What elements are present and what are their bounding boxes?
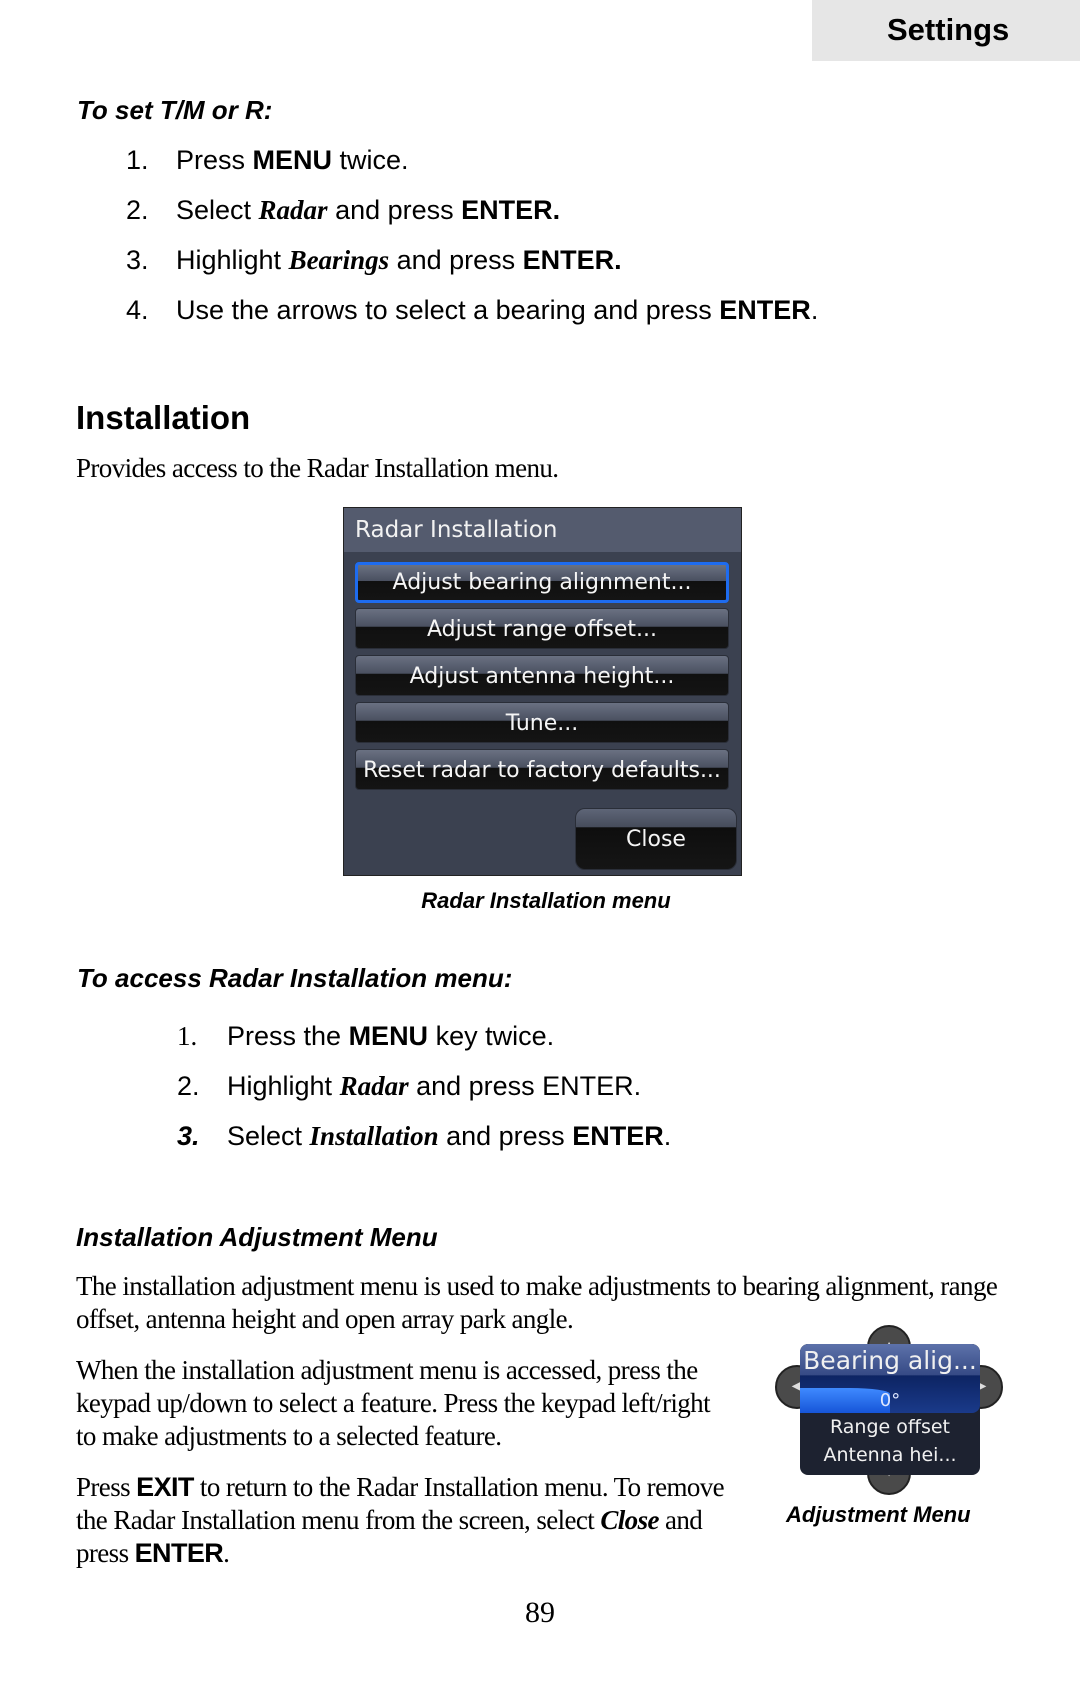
menu-item-adjust-antenna[interactable]: Adjust antenna height... [355, 655, 729, 696]
selected-feature[interactable]: Bearing alig... 0° [800, 1344, 980, 1413]
key-enter: ENTER [134, 1538, 224, 1568]
section-tab: Settings [812, 0, 1080, 61]
tm-step: 2. Select Radar and press ENTER. [126, 195, 560, 226]
step-text: Highlight [176, 245, 289, 275]
step-text: Press [176, 145, 253, 175]
step-number: 4. [126, 295, 149, 325]
para-line: press ENTER. [76, 1537, 724, 1570]
para-line: to make adjustments to a selected featur… [76, 1421, 502, 1451]
step-text: and press ENTER. [408, 1071, 642, 1101]
step-text: key twice. [428, 1021, 555, 1051]
installation-description: Provides access to the Radar Installatio… [76, 453, 559, 483]
tm-step: 4. Use the arrows to select a bearing and… [126, 295, 818, 326]
step-text: and press [327, 195, 462, 225]
step-key: ENTER. [522, 245, 622, 275]
step-key: ENTER [719, 295, 811, 325]
adjustment-heading: Installation Adjustment Menu [76, 1222, 438, 1252]
para-text: to return to the Radar Installation menu… [193, 1472, 725, 1502]
section-tab-label: Settings [887, 12, 1010, 47]
access-step: 3. Select Installation and press ENTER. [177, 1121, 671, 1152]
access-step: 2. Highlight Radar and press ENTER. [177, 1071, 641, 1102]
step-text: . [810, 295, 819, 325]
step-menu-name: Installation [309, 1121, 439, 1151]
para-text: press [76, 1538, 135, 1568]
para-text: the Radar Installation menu from the scr… [76, 1505, 601, 1535]
step-text: and press [438, 1121, 573, 1151]
step-text: . [663, 1121, 672, 1151]
para-line: Press EXIT to return to the Radar Instal… [76, 1471, 725, 1504]
step-key: MENU [252, 145, 333, 175]
para-text: Press [76, 1472, 137, 1502]
para-text: and [658, 1505, 703, 1535]
step-text: Select [176, 195, 259, 225]
menu-item-reset-defaults[interactable]: Reset radar to factory defaults... [355, 749, 729, 790]
step-key: MENU [348, 1021, 429, 1051]
adjustment-para-3: Press EXIT to return to the Radar Instal… [76, 1471, 725, 1570]
para-text: . [223, 1538, 230, 1568]
step-text: Use the arrows to select a bearing and p… [176, 295, 720, 325]
para-line: When the installation adjustment menu is… [76, 1355, 698, 1385]
step-menu-name: Bearings [288, 245, 390, 275]
step-number: 3. [177, 1121, 200, 1151]
installation-title: Installation [76, 399, 251, 436]
step-number: 2. [177, 1071, 200, 1101]
menu-item-adjust-bearing[interactable]: Adjust bearing alignment... [355, 562, 729, 603]
key-exit: EXIT [136, 1472, 194, 1502]
selected-feature-label: Bearing alig... [803, 1346, 977, 1375]
step-number: 2. [126, 195, 149, 225]
page-number: 89 [525, 1596, 555, 1629]
step-text: Press the [227, 1021, 349, 1051]
adjustment-para-2: When the installation adjustment menu is… [76, 1354, 711, 1453]
adjustment-card: Bearing alig... 0° Range offset Antenna … [800, 1344, 980, 1475]
tm-heading: To set T/M or R: [77, 95, 273, 125]
selected-feature-value: 0° [879, 1390, 901, 1411]
step-menu-name: Radar [258, 195, 328, 225]
para-line: keypad up/down to select a feature. Pres… [76, 1388, 711, 1418]
step-text: Highlight [227, 1071, 340, 1101]
step-menu-name: Radar [339, 1071, 409, 1101]
step-key: ENTER [572, 1121, 664, 1151]
step-text: twice. [332, 145, 409, 175]
menu-title: Radar Installation [344, 508, 741, 552]
feature-antenna-height[interactable]: Antenna hei... [800, 1444, 980, 1466]
adjustment-menu-widget: ▲ ▼ ◀ ▶ Bearing alig... 0° Range offset … [775, 1325, 1003, 1495]
menu-item-tune[interactable]: Tune... [355, 702, 729, 743]
access-heading: To access Radar Installation menu: [77, 963, 513, 993]
radar-menu-caption: Radar Installation menu [421, 888, 671, 913]
menu-item-adjust-range[interactable]: Adjust range offset... [355, 608, 729, 649]
step-number: 1. [126, 145, 149, 175]
step-number: 1. [177, 1021, 198, 1051]
feature-range-offset[interactable]: Range offset [800, 1416, 980, 1438]
tm-step: 1. Press MENU twice. [126, 145, 409, 176]
adjustment-menu-caption: Adjustment Menu [786, 1502, 971, 1527]
step-text: Select [227, 1121, 310, 1151]
close-button[interactable]: Close [575, 808, 737, 870]
access-step: 1. Press the MENU key twice. [177, 1021, 554, 1052]
para-line: the Radar Installation menu from the scr… [76, 1504, 724, 1537]
radar-installation-menu: Radar Installation Adjust bearing alignm… [343, 507, 742, 876]
close-ref: Close [600, 1505, 659, 1535]
step-number: 3. [126, 245, 149, 275]
step-key: ENTER. [461, 195, 561, 225]
tm-step: 3. Highlight Bearings and press ENTER. [126, 245, 622, 276]
step-text: and press [389, 245, 523, 275]
